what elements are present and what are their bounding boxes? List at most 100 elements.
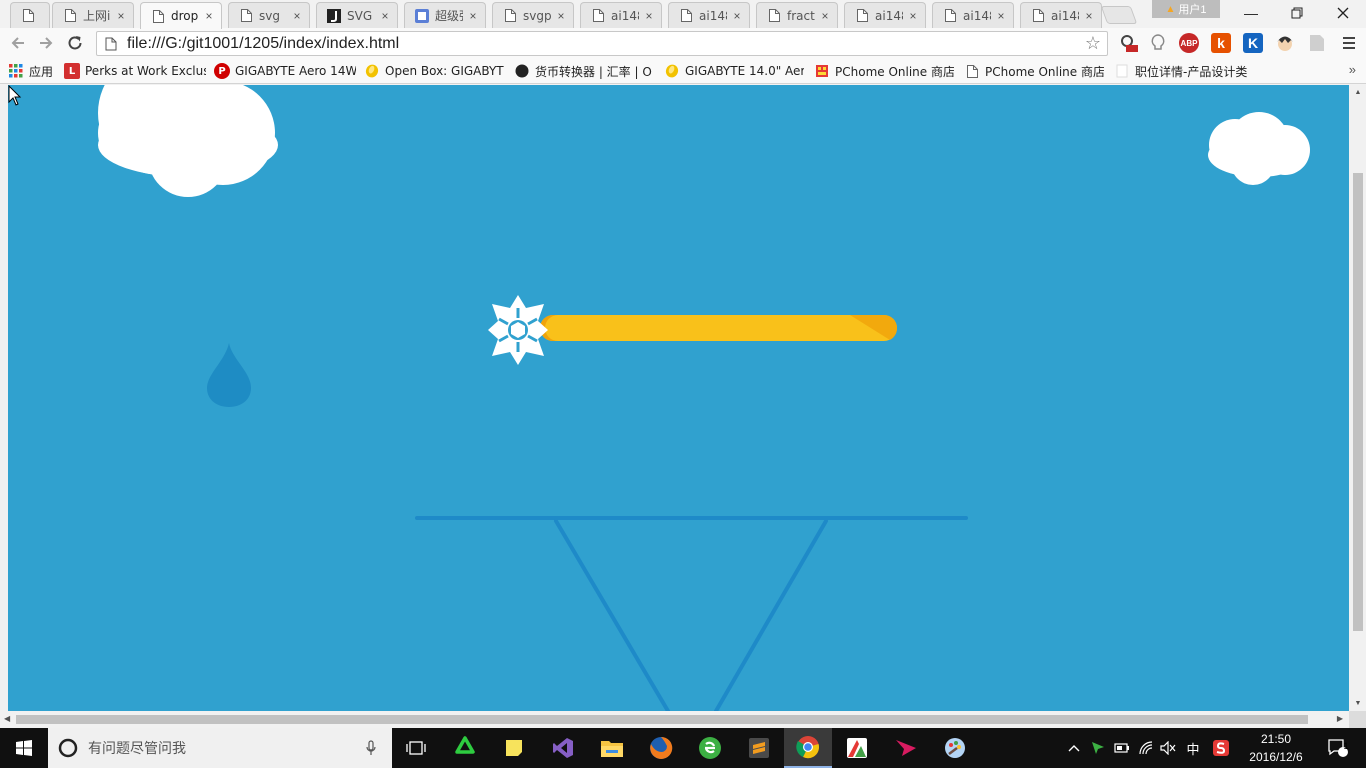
pdf-extension-icon[interactable] — [1307, 33, 1327, 53]
action-center-button[interactable]: 1 — [1318, 728, 1358, 768]
tab-close-icon[interactable]: × — [731, 9, 743, 23]
minimize-button[interactable]: — — [1228, 0, 1274, 26]
green-recycle-icon — [455, 736, 475, 754]
bookmark-item[interactable]: GIGABYTE 14.0" Aer — [664, 62, 804, 80]
bookmark-label: PChome Online 商店 — [985, 64, 1104, 79]
bookmark-label: PChome Online 商店 — [835, 64, 954, 79]
scroll-down-arrow-icon[interactable]: ▼ — [1353, 700, 1363, 707]
back-button[interactable] — [6, 31, 30, 55]
taskbar-app-sublime-text[interactable] — [735, 728, 783, 768]
tab-12[interactable]: ai148 × — [1020, 2, 1102, 28]
tab-close-icon[interactable]: × — [643, 9, 655, 23]
bookmark-item[interactable]: L Perks at Work Exclus — [64, 62, 206, 80]
ime-label: 中 — [1186, 742, 1200, 758]
tab-close-icon[interactable]: × — [907, 9, 919, 23]
scrollbar-corner — [1349, 711, 1366, 728]
clock-time: 21:50 — [1260, 732, 1292, 746]
taskbar-app-sticky-notes[interactable] — [490, 728, 538, 768]
page-icon — [151, 9, 165, 23]
menu-button[interactable] — [1339, 33, 1359, 53]
tab-0[interactable] — [10, 2, 50, 28]
taskbar-app-firefox[interactable] — [637, 728, 685, 768]
bookmark-star-icon[interactable]: ☆ — [1085, 33, 1101, 54]
warning-icon: ▲ — [1165, 3, 1176, 15]
k-blue-label: K — [1247, 35, 1259, 51]
vertical-scrollbar[interactable]: ▲ ▼ — [1349, 85, 1366, 711]
k-orange-extension-icon[interactable]: k — [1211, 33, 1231, 53]
tab-close-icon[interactable]: × — [203, 9, 215, 23]
tab-8[interactable]: ai148 × — [668, 2, 750, 28]
bookmark-item[interactable]: 应用 — [8, 62, 58, 80]
vertical-scroll-thumb[interactable] — [1353, 173, 1363, 631]
clock[interactable]: 21:50 2016/12/6 — [1244, 730, 1308, 766]
scroll-right-arrow-icon[interactable]: ▶ — [1337, 714, 1343, 723]
taskbar-app-chrome[interactable] — [784, 728, 832, 768]
tab-close-icon[interactable]: × — [555, 9, 567, 23]
colorful-app-icon — [847, 738, 867, 758]
tab-close-icon[interactable]: × — [291, 9, 303, 23]
restore-button[interactable] — [1274, 0, 1320, 26]
profile-button[interactable]: ▲ 用户1 — [1152, 0, 1220, 18]
proxy-off-extension-icon[interactable] — [1118, 33, 1138, 53]
tab-11[interactable]: ai148 × — [932, 2, 1014, 28]
show-hidden-icons-button[interactable] — [1064, 728, 1084, 768]
taskbar-app-colorful-tool[interactable] — [833, 728, 881, 768]
taskbar-search[interactable]: 有问题尽管问我 — [48, 728, 392, 768]
tab-6[interactable]: svgpa × — [492, 2, 574, 28]
sogou-input-indicator[interactable] — [1210, 728, 1232, 768]
bookmark-item[interactable]: 职位详情-产品设计类 — [1114, 62, 1264, 80]
taskbar-app-pink-arrow[interactable] — [882, 728, 930, 768]
cloud-large — [98, 85, 278, 197]
taskbar-app-visual-studio[interactable] — [539, 728, 587, 768]
task-view-button[interactable] — [392, 728, 440, 768]
lightbulb-extension-icon[interactable] — [1148, 33, 1168, 53]
anime-avatar-extension-icon[interactable] — [1275, 33, 1295, 53]
adblock-extension-icon[interactable]: ABP — [1179, 33, 1199, 53]
reload-button[interactable] — [63, 31, 87, 55]
tab-close-icon[interactable]: × — [467, 9, 479, 23]
start-button[interactable] — [0, 728, 48, 768]
tab-5[interactable]: 超级强 × — [404, 2, 486, 28]
tab-1[interactable]: 上网i × — [52, 2, 134, 28]
taskbar-app-360-browser[interactable] — [686, 728, 734, 768]
scroll-up-arrow-icon[interactable]: ▲ — [1353, 89, 1363, 96]
microphone-icon[interactable] — [366, 740, 376, 756]
tab-9[interactable]: fracta × — [756, 2, 838, 28]
page-icon — [503, 9, 517, 23]
tab-close-icon[interactable]: × — [995, 9, 1007, 23]
wifi-indicator[interactable] — [1136, 728, 1156, 768]
taskbar-app-paint[interactable] — [931, 728, 979, 768]
tab-close-icon[interactable]: × — [115, 9, 127, 23]
taskbar-app-file-explorer[interactable] — [588, 728, 636, 768]
tab-2[interactable]: drop × — [140, 2, 222, 29]
ime-indicator[interactable]: 中 — [1182, 728, 1204, 768]
bookmark-item[interactable]: 货币转换器 | 汇率 | O — [514, 62, 654, 80]
page-canvas[interactable] — [8, 85, 1349, 711]
tab-close-icon[interactable]: × — [1083, 9, 1095, 23]
tab-4[interactable]: SVG A × — [316, 2, 398, 28]
forward-button[interactable] — [34, 31, 58, 55]
more-bookmarks-icon[interactable]: » — [1349, 62, 1356, 77]
bookmark-item[interactable]: PChome Online 商店 — [814, 62, 954, 80]
page-icon — [103, 37, 119, 51]
tab-close-icon[interactable]: × — [819, 9, 831, 23]
tab-3[interactable]: svg × — [228, 2, 310, 28]
new-tab-button[interactable] — [1100, 6, 1138, 24]
k-blue-extension-icon[interactable]: K — [1243, 33, 1263, 53]
battery-indicator[interactable] — [1112, 728, 1132, 768]
volume-indicator[interactable] — [1158, 728, 1178, 768]
tab-close-icon[interactable]: × — [379, 9, 391, 23]
horizontal-scrollbar[interactable]: ◀ ▶ — [0, 711, 1349, 728]
bookmark-item[interactable]: PChome Online 商店 — [964, 62, 1104, 80]
tab-7[interactable]: ai148 × — [580, 2, 662, 28]
url-text[interactable]: file:///G:/git1001/1205/index/index.html — [127, 35, 399, 53]
close-window-button[interactable] — [1320, 0, 1366, 26]
tray-green-arrow[interactable] — [1088, 728, 1108, 768]
address-bar[interactable]: file:///G:/git1001/1205/index/index.html… — [96, 31, 1108, 56]
tab-10[interactable]: ai148 × — [844, 2, 926, 28]
bookmark-item[interactable]: Open Box: GIGABYT — [364, 62, 504, 80]
horizontal-scroll-thumb[interactable] — [16, 715, 1308, 724]
bookmark-item[interactable]: P GIGABYTE Aero 14W — [214, 62, 356, 80]
scroll-left-arrow-icon[interactable]: ◀ — [4, 714, 10, 723]
taskbar-app-green-recycle[interactable] — [441, 728, 489, 768]
